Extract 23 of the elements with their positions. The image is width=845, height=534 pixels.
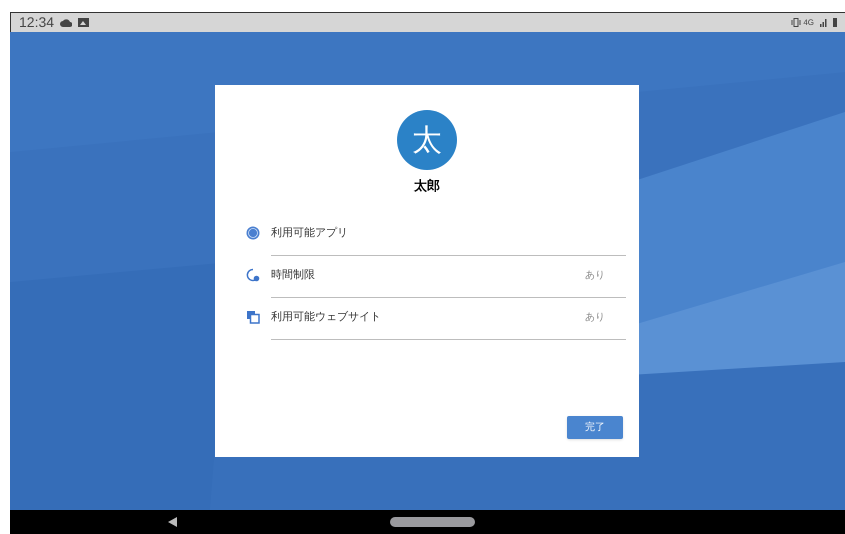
- clock: 12:34: [19, 13, 54, 32]
- row-label: 利用可能ウェブサイト: [271, 308, 381, 325]
- network-label: 4G: [803, 16, 814, 28]
- settings-row[interactable]: 時間制限 あり: [215, 256, 639, 298]
- row-value: あり: [585, 268, 605, 282]
- home-handle[interactable]: [390, 517, 475, 527]
- timer-icon: [246, 268, 260, 282]
- row-label: 利用可能アプリ: [271, 224, 348, 241]
- done-button[interactable]: 完了: [567, 416, 623, 439]
- signal-icon: [820, 18, 827, 26]
- cloud-icon: [60, 18, 72, 27]
- vibrate-icon: [791, 18, 802, 27]
- row-label: 時間制限: [271, 266, 315, 283]
- windows-icon: [246, 310, 260, 324]
- back-icon[interactable]: [168, 517, 177, 527]
- settings-row[interactable]: 利用可能アプリ: [215, 214, 639, 256]
- settings-row[interactable]: 利用可能ウェブサイト あり: [215, 298, 639, 340]
- user-name: 太郎: [414, 178, 440, 196]
- avatar: 太: [397, 110, 457, 170]
- row-value: あり: [585, 310, 605, 324]
- image-icon: [78, 18, 90, 27]
- app-circle-icon: [246, 226, 260, 240]
- battery-icon: [833, 18, 837, 27]
